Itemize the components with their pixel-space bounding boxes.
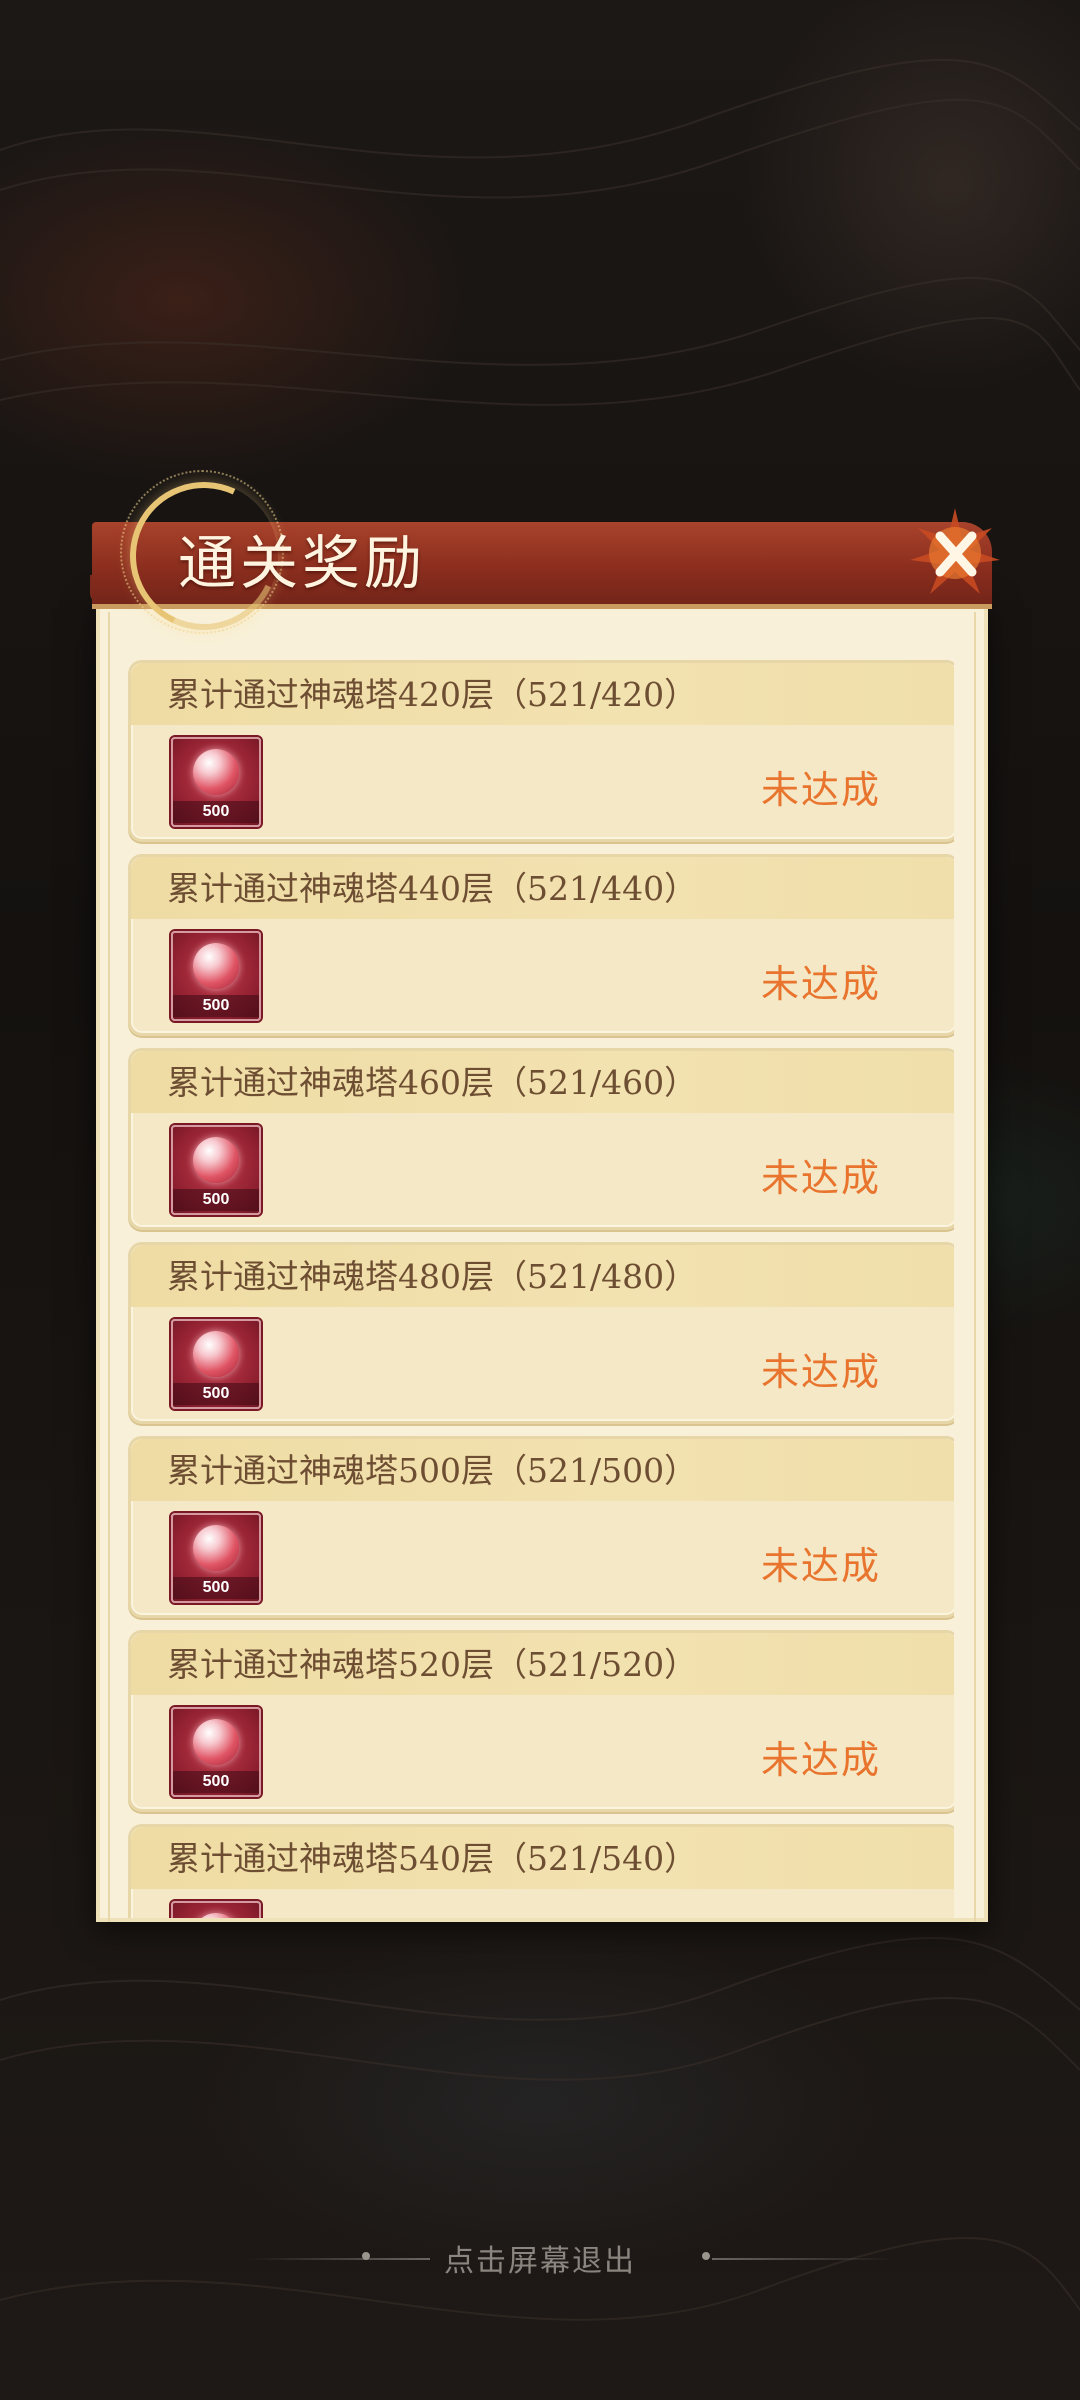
red-soul-orb-icon[interactable]: 500 [171, 1513, 261, 1603]
reward-row: 累计通过神魂塔420层（521/420） 500 未达成 [128, 660, 954, 842]
reward-row: 累计通过神魂塔520层（521/520） 500 未达成 [128, 1630, 954, 1812]
reward-title: 累计通过神魂塔540层（521/540） [167, 1839, 698, 1878]
hint-dot-right [702, 2252, 710, 2260]
reward-row: 累计通过神魂塔460层（521/460） 500 未达成 [128, 1048, 954, 1230]
reward-count: 500 [173, 1383, 259, 1405]
reward-count: 500 [173, 1189, 259, 1211]
orb-graphic [193, 1331, 239, 1377]
reward-list[interactable]: 累计通过神魂塔420层（521/420） 500 未达成 累计通过神魂塔440层… [128, 656, 954, 1918]
orb-graphic [193, 1525, 239, 1571]
reward-title: 累计通过神魂塔460层（521/460） [167, 1063, 698, 1102]
tap-to-exit-hint[interactable]: 点击屏幕退出 [0, 2236, 1080, 2280]
orb-graphic [193, 1913, 239, 1918]
reward-title: 累计通过神魂塔500层（521/500） [167, 1451, 698, 1490]
status-label: 未达成 [761, 1350, 882, 1394]
reward-row: 累计通过神魂塔540层（521/540） 500 [128, 1824, 954, 1918]
dialog-title: 通关奖励 [178, 529, 427, 597]
reward-count: 500 [173, 1577, 259, 1599]
orb-graphic [193, 749, 239, 795]
status-label: 未达成 [761, 1544, 882, 1588]
close-x-icon [910, 508, 1000, 594]
red-soul-orb-icon[interactable]: 500 [171, 1901, 261, 1918]
red-soul-orb-icon[interactable]: 500 [171, 1319, 261, 1409]
red-soul-orb-icon[interactable]: 500 [171, 1125, 261, 1215]
status-label: 未达成 [761, 962, 882, 1006]
status-label: 未达成 [761, 1156, 882, 1200]
hint-divider-right [712, 2258, 892, 2260]
orb-graphic [193, 943, 239, 989]
reward-title: 累计通过神魂塔440层（521/440） [167, 869, 698, 908]
orb-graphic [193, 1719, 239, 1765]
reward-title: 累计通过神魂塔420层（521/420） [167, 675, 698, 714]
reward-row: 累计通过神魂塔500层（521/500） 500 未达成 [128, 1436, 954, 1618]
status-label: 未达成 [761, 1738, 882, 1782]
red-soul-orb-icon[interactable]: 500 [171, 1707, 261, 1797]
reward-title: 累计通过神魂塔480层（521/480） [167, 1257, 698, 1296]
close-button[interactable] [900, 498, 1010, 608]
red-soul-orb-icon[interactable]: 500 [171, 737, 261, 827]
reward-title: 累计通过神魂塔520层（521/520） [167, 1645, 698, 1684]
status-label: 未达成 [761, 768, 882, 812]
reward-row: 累计通过神魂塔440层（521/440） 500 未达成 [128, 854, 954, 1036]
orb-graphic [193, 1137, 239, 1183]
reward-count: 500 [173, 1771, 259, 1793]
red-soul-orb-icon[interactable]: 500 [171, 931, 261, 1021]
reward-count: 500 [173, 995, 259, 1017]
reward-row: 累计通过神魂塔480层（521/480） 500 未达成 [128, 1242, 954, 1424]
reward-count: 500 [173, 801, 259, 823]
